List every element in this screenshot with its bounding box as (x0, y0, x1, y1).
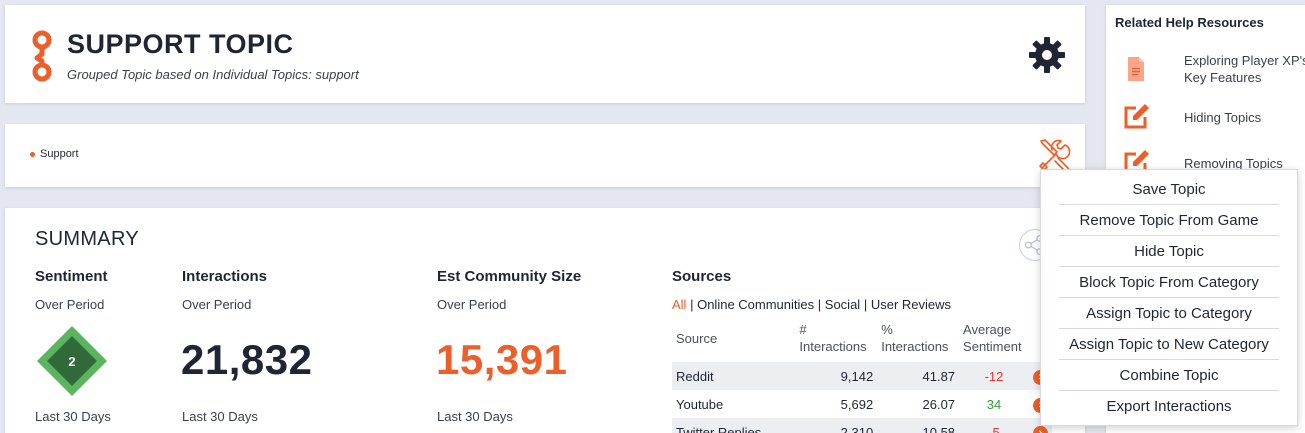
edit-icon (1124, 104, 1149, 129)
source-interactions: 5,692 (840, 396, 874, 412)
sources-table: Source # Interactions % Interactions Ave… (672, 321, 1052, 433)
menu-item-combine-topic[interactable]: Combine Topic (1059, 360, 1279, 391)
column-header-percent: % Interactions (881, 322, 949, 354)
help-link-label-line2: Key Features (1184, 70, 1262, 85)
filter-all[interactable]: All (672, 297, 686, 312)
community-size-label: Est Community Size (437, 268, 582, 285)
filter-social[interactable]: Social (825, 297, 860, 312)
filter-separator: | (863, 297, 868, 312)
source-name: Youtube (676, 396, 724, 412)
tools-icon[interactable] (1037, 137, 1073, 173)
filter-user-reviews[interactable]: User Reviews (871, 297, 951, 312)
menu-item-export-interactions[interactable]: Export Interactions (1059, 391, 1279, 422)
page-title: SUPPORT TOPIC (67, 29, 294, 59)
source-interactions: 9,142 (795, 362, 878, 390)
menu-item-hide-topic[interactable]: Hide Topic (1059, 236, 1279, 267)
filter-separator: | (817, 297, 822, 312)
source-name: Reddit (672, 362, 796, 390)
column-header-source: Source (676, 331, 718, 346)
filter-separator: | (690, 297, 694, 312)
community-size-period: Over Period (437, 297, 507, 312)
table-row: Reddit 9,142 41.87 -12 › (672, 362, 1052, 390)
source-sentiment: 34 (986, 396, 1002, 412)
help-link-exploring-player-xp[interactable]: Exploring Player XP's Key Features (1106, 49, 1305, 89)
source-percent: 10.58 (877, 418, 960, 433)
source-name: Twitter Replies (672, 418, 796, 433)
sources-filter: All | Online Communities | Social | User… (672, 297, 951, 312)
topic-link-icon (32, 30, 52, 82)
sentiment-period: Over Period (35, 297, 105, 312)
help-link-hiding-topics[interactable]: Hiding Topics (1106, 101, 1305, 133)
summary-card: SUMMARY Sentiment Over Period 2 Last 30 … (5, 208, 1085, 433)
bullet-dot (30, 151, 35, 157)
grouped-topics-card: Support (5, 124, 1085, 187)
sources-label: Sources (672, 268, 732, 285)
document-icon (1128, 57, 1144, 81)
summary-title: SUMMARY (35, 228, 139, 250)
table-row: Twitter Replies 2,310 10.58 -5 › (672, 418, 1052, 433)
menu-item-remove-topic-from-game[interactable]: Remove Topic From Game (1059, 205, 1279, 236)
interactions-period: Over Period (182, 297, 252, 312)
interactions-footer: Last 30 Days (182, 409, 258, 424)
sentiment-score-value: 2 (68, 354, 75, 369)
page-subtitle: Grouped Topic based on Individual Topics… (67, 67, 359, 82)
source-sentiment: -12 (959, 362, 1029, 390)
interactions-label: Interactions (182, 268, 268, 285)
help-link-label: Hiding Topics (1184, 110, 1262, 125)
gear-icon[interactable] (1027, 35, 1067, 75)
column-header-sentiment: Average Sentiment (963, 322, 1022, 354)
arrow-right-icon[interactable]: › (1032, 425, 1048, 433)
community-size-value: 15,391 (436, 336, 568, 383)
community-size-footer: Last 30 Days (437, 409, 513, 424)
menu-item-block-topic-from-category[interactable]: Block Topic From Category (1059, 267, 1279, 298)
help-link-label: Exploring Player XP's (1184, 53, 1305, 68)
topic-item-support[interactable]: Support (30, 148, 79, 160)
source-percent: 26.07 (922, 396, 956, 412)
source-interactions: 2,310 (795, 418, 878, 433)
source-sentiment: -5 (959, 418, 1029, 433)
help-panel-title: Related Help Resources (1115, 15, 1264, 30)
topic-header-card: SUPPORT TOPIC Grouped Topic based on Ind… (5, 5, 1085, 103)
column-header-interactions: # Interactions (799, 322, 867, 354)
menu-item-assign-topic-to-category[interactable]: Assign Topic to Category (1059, 298, 1279, 329)
interactions-value: 21,832 (181, 336, 313, 383)
table-row: Youtube 5,692 26.07 34 › (672, 390, 1052, 418)
menu-item-save-topic[interactable]: Save Topic (1059, 174, 1279, 205)
sentiment-label: Sentiment (35, 268, 108, 285)
sentiment-score-badge: 2 (35, 324, 109, 398)
menu-item-assign-topic-to-new-category[interactable]: Assign Topic to New Category (1059, 329, 1279, 360)
topic-item-label: Support (40, 148, 79, 160)
sentiment-footer: Last 30 Days (35, 409, 111, 424)
topic-actions-menu: Save Topic Remove Topic From Game Hide T… (1040, 169, 1298, 426)
filter-online-communities[interactable]: Online Communities (697, 297, 814, 312)
source-percent: 41.87 (877, 362, 960, 390)
